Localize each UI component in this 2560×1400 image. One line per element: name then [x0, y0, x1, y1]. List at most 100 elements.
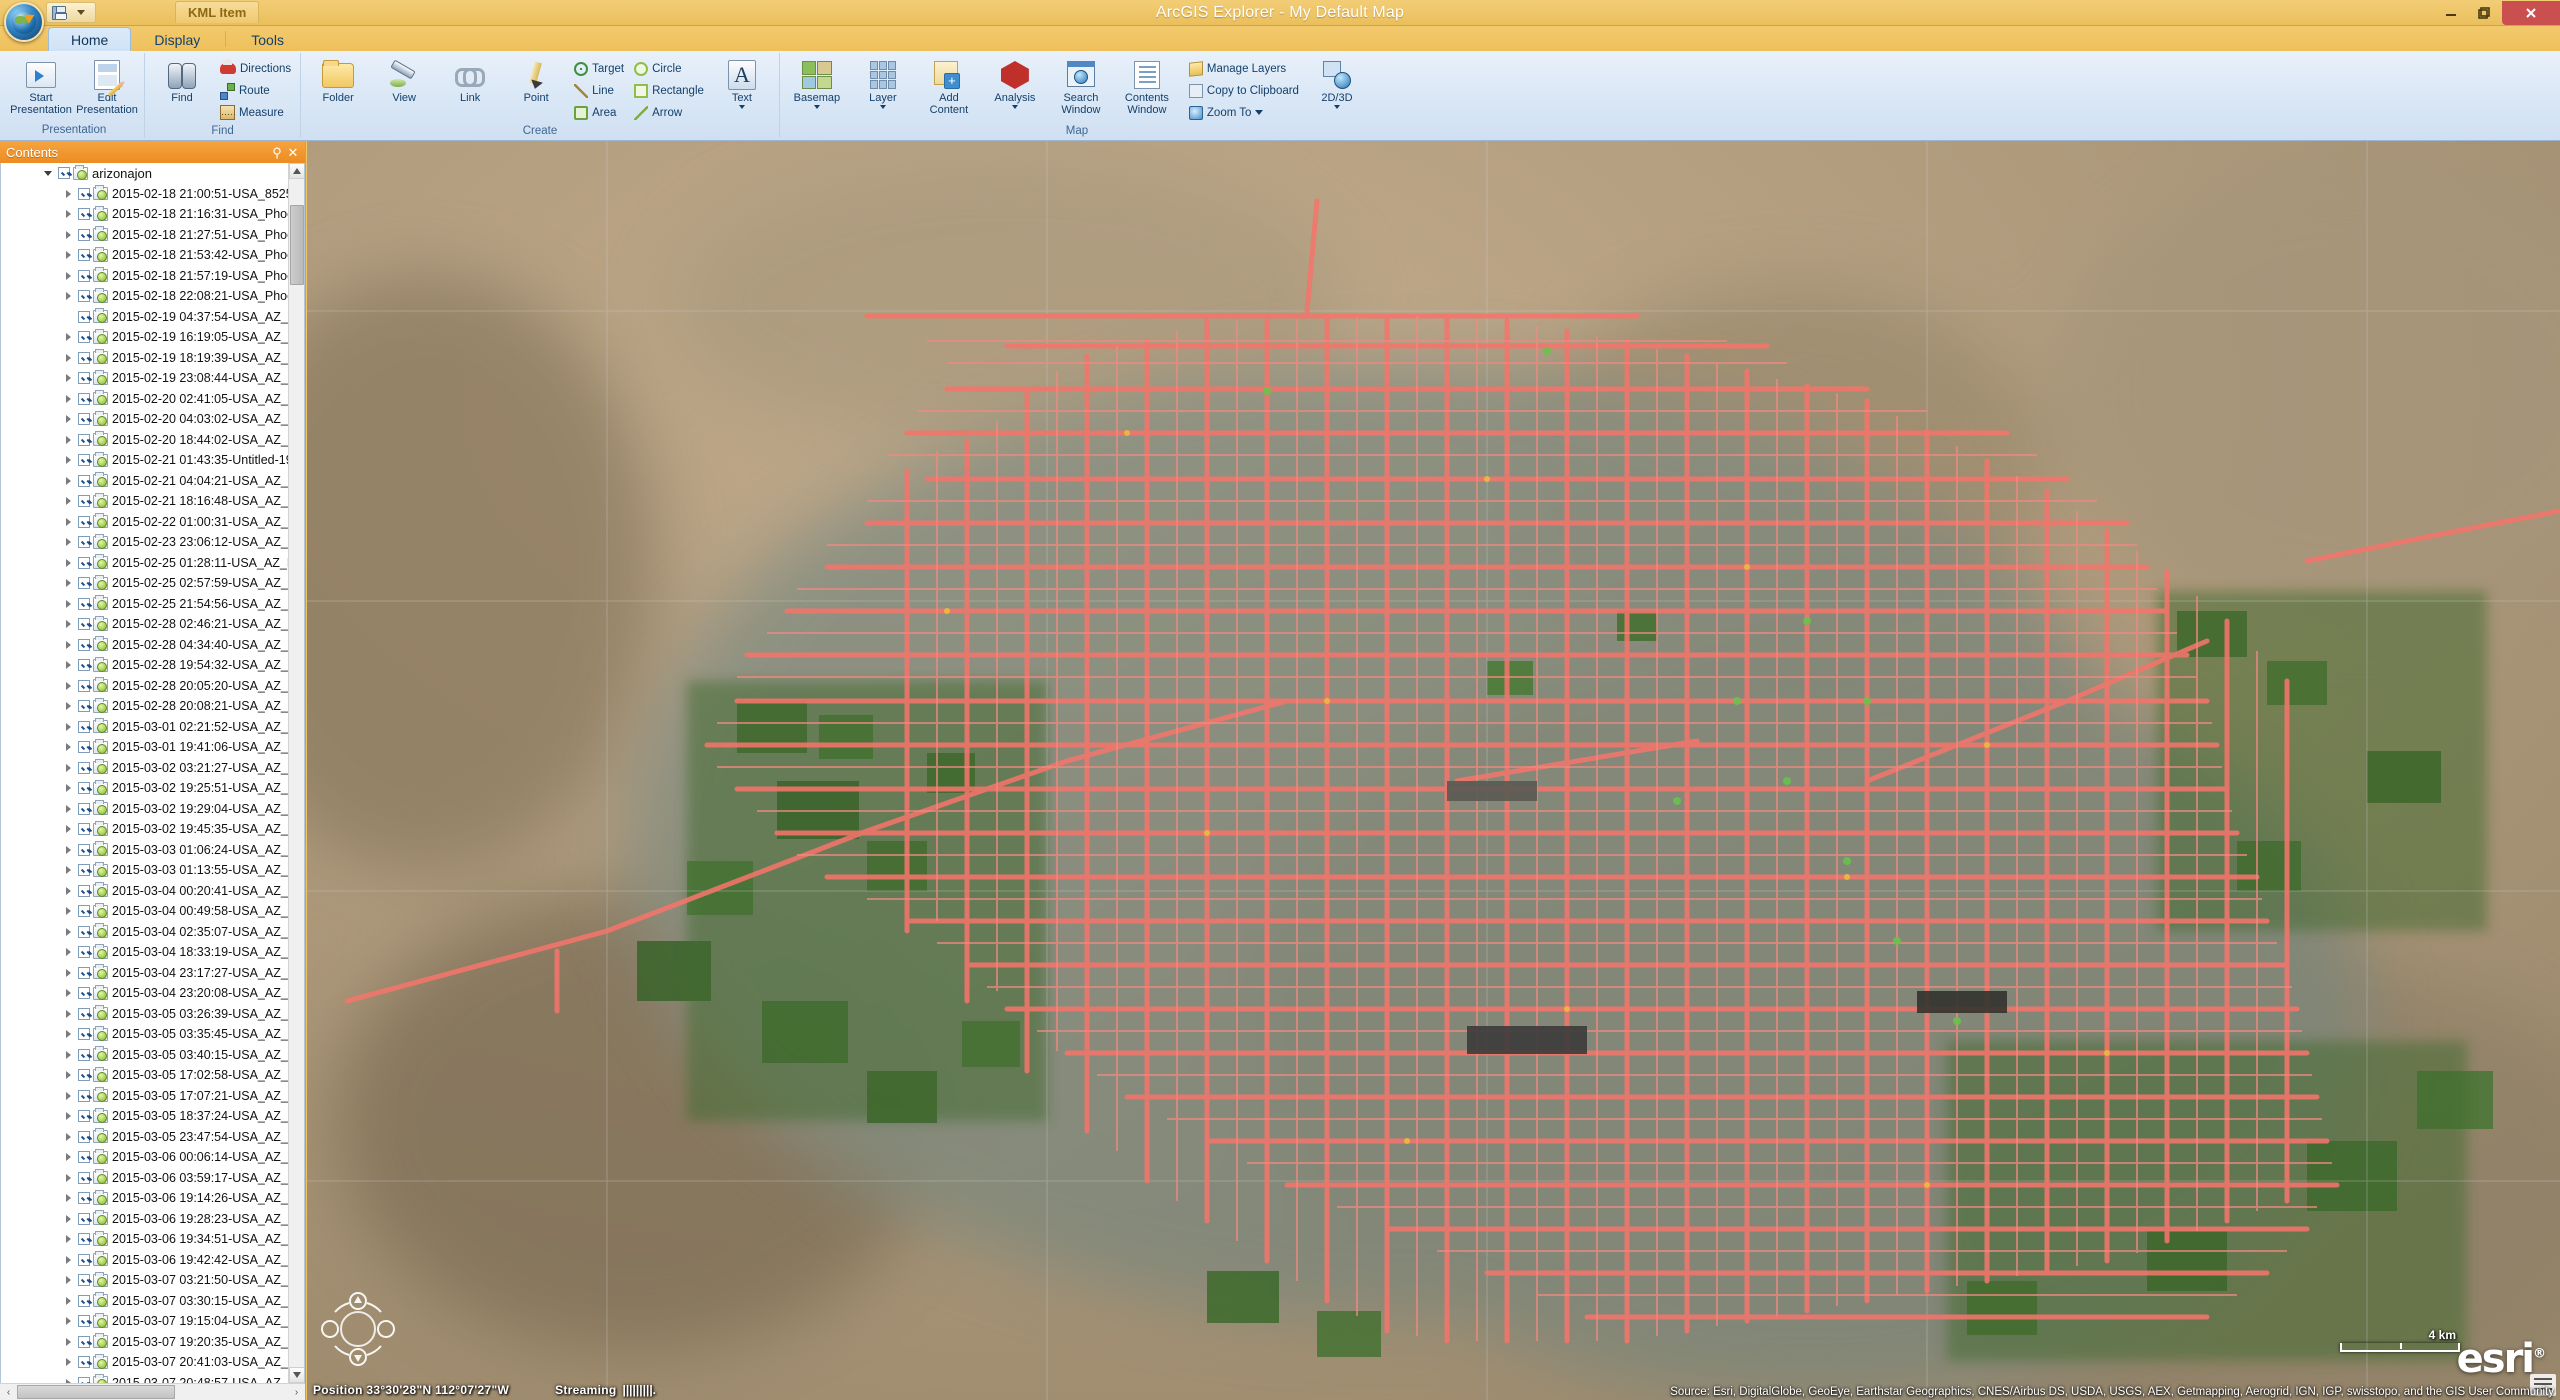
layer-visibility-checkbox[interactable]: [78, 1356, 90, 1369]
layer-tree-item[interactable]: 2015-02-21 18:16:48-USA_AZ_Sc: [1, 491, 288, 512]
layer-tree-item[interactable]: 2015-02-19 18:19:39-USA_AZ_Ph: [1, 348, 288, 369]
expander-closed-icon[interactable]: [63, 844, 75, 856]
expander-closed-icon[interactable]: [63, 454, 75, 466]
layer-tree-item[interactable]: 2015-02-22 01:00:31-USA_AZ_Sc: [1, 512, 288, 533]
layer-visibility-checkbox[interactable]: [78, 1151, 90, 1164]
layer-tree-item[interactable]: 2015-03-05 03:40:15-USA_AZ_Sc: [1, 1045, 288, 1066]
expander-closed-icon[interactable]: [63, 1254, 75, 1266]
layer-tree-item[interactable]: 2015-02-20 02:41:05-USA_AZ_Ph: [1, 389, 288, 410]
layer-tree-item[interactable]: 2015-03-04 18:33:19-USA_AZ_Ph: [1, 942, 288, 963]
layer-tree-item[interactable]: 2015-03-01 02:21:52-USA_AZ_Ph: [1, 717, 288, 738]
layer-tree-item[interactable]: 2015-02-28 04:34:40-USA_AZ_Sc: [1, 635, 288, 656]
layer-tree-root-node[interactable]: arizonajon: [1, 163, 288, 184]
expander-closed-icon[interactable]: [63, 557, 75, 569]
layer-visibility-checkbox[interactable]: [78, 474, 90, 487]
layer-tree-item[interactable]: 2015-02-25 21:54:56-USA_AZ_Sc: [1, 594, 288, 615]
expander-closed-icon[interactable]: [63, 1172, 75, 1184]
layer-tree-item[interactable]: 2015-02-21 04:04:21-USA_AZ_Sc: [1, 471, 288, 492]
layer-visibility-checkbox[interactable]: [78, 1253, 90, 1266]
layer-visibility-checkbox[interactable]: [78, 331, 90, 344]
expander-closed-icon[interactable]: [63, 1274, 75, 1286]
expander-closed-icon[interactable]: [63, 1008, 75, 1020]
expander-closed-icon[interactable]: [63, 331, 75, 343]
layer-tree-item[interactable]: 2015-03-06 19:34:51-USA_AZ_Sc: [1, 1229, 288, 1250]
layer-visibility-checkbox[interactable]: [78, 720, 90, 733]
tab-home[interactable]: Home: [48, 27, 132, 52]
layer-tree-item[interactable]: 2015-02-18 22:08:21-USA_Phoer: [1, 286, 288, 307]
layer-tree-item[interactable]: 2015-02-21 01:43:35-Untitled-19: [1, 450, 288, 471]
layer-tree-item[interactable]: 2015-02-25 02:57:59-USA_AZ_Sc: [1, 573, 288, 594]
search-window-button[interactable]: Search Window: [1049, 56, 1113, 118]
restore-button[interactable]: [2468, 1, 2502, 25]
layer-tree-item[interactable]: 2015-02-20 04:03:02-USA_AZ_Ph: [1, 409, 288, 430]
area-button[interactable]: Area: [570, 102, 628, 123]
expander-closed-icon[interactable]: [63, 249, 75, 261]
layer-visibility-checkbox[interactable]: [78, 864, 90, 877]
expander-closed-icon[interactable]: [63, 700, 75, 712]
expander-closed-icon[interactable]: [63, 434, 75, 446]
expander-closed-icon[interactable]: [63, 536, 75, 548]
layer-tree-item[interactable]: 2015-03-06 03:59:17-USA_AZ_Ph: [1, 1168, 288, 1189]
layer-tree-item[interactable]: 2015-03-02 03:21:27-USA_AZ_Ph: [1, 758, 288, 779]
expander-closed-icon[interactable]: [63, 475, 75, 487]
layer-tree-horizontal-scrollbar[interactable]: ‹ ›: [0, 1383, 305, 1400]
layer-visibility-checkbox[interactable]: [78, 208, 90, 221]
layer-visibility-checkbox[interactable]: [78, 413, 90, 426]
layer-visibility-checkbox[interactable]: [78, 228, 90, 241]
layer-tree-item[interactable]: 2015-02-28 20:05:20-USA_AZ_Sc: [1, 676, 288, 697]
layer-visibility-checkbox[interactable]: [78, 782, 90, 795]
expander-closed-icon[interactable]: [63, 864, 75, 876]
layer-visibility-checkbox[interactable]: [58, 167, 70, 180]
expander-closed-icon[interactable]: [63, 290, 75, 302]
layer-visibility-checkbox[interactable]: [78, 1212, 90, 1225]
layer-tree-item[interactable]: 2015-03-07 19:20:35-USA_AZ_Ph: [1, 1332, 288, 1353]
expander-closed-icon[interactable]: [63, 618, 75, 630]
customize-qat-button[interactable]: [71, 4, 91, 22]
scroll-down-icon[interactable]: [289, 1367, 304, 1383]
layer-visibility-checkbox[interactable]: [78, 843, 90, 856]
expander-closed-icon[interactable]: [63, 352, 75, 364]
layer-visibility-checkbox[interactable]: [78, 556, 90, 569]
layer-visibility-checkbox[interactable]: [78, 905, 90, 918]
layer-visibility-checkbox[interactable]: [78, 1335, 90, 1348]
layer-visibility-checkbox[interactable]: [78, 392, 90, 405]
expander-closed-icon[interactable]: [63, 762, 75, 774]
layer-visibility-checkbox[interactable]: [78, 187, 90, 200]
layer-tree-item[interactable]: 2015-02-23 23:06:12-USA_AZ_Sc: [1, 532, 288, 553]
expander-closed-icon[interactable]: [63, 1049, 75, 1061]
layer-visibility-checkbox[interactable]: [78, 310, 90, 323]
expander-closed-icon[interactable]: [63, 188, 75, 200]
layer-tree-item[interactable]: 2015-02-19 23:08:44-USA_AZ_Ph: [1, 368, 288, 389]
layer-visibility-checkbox[interactable]: [78, 741, 90, 754]
layer-visibility-checkbox[interactable]: [78, 1110, 90, 1123]
scroll-left-icon[interactable]: ‹: [0, 1384, 17, 1400]
expander-closed-icon[interactable]: [63, 393, 75, 405]
expander-closed-icon[interactable]: [63, 1295, 75, 1307]
expander-closed-icon[interactable]: [63, 1069, 75, 1081]
layer-tree-item[interactable]: 2015-03-01 19:41:06-USA_AZ_Ph: [1, 737, 288, 758]
contextual-tab-kml-item[interactable]: KML Item: [175, 1, 260, 23]
expander-closed-icon[interactable]: [63, 1028, 75, 1040]
layer-tree-item[interactable]: 2015-03-02 19:29:04-USA_AZ_Sc: [1, 799, 288, 820]
expander-closed-icon[interactable]: [63, 967, 75, 979]
map-view[interactable]: 4 km esri® Source: Esri, DigitalGlobe, G…: [307, 141, 2560, 1400]
layer-button[interactable]: Layer: [851, 56, 915, 111]
layer-tree-item[interactable]: 2015-03-06 19:42:42-USA_AZ_Sc: [1, 1250, 288, 1271]
expander-open-icon[interactable]: [43, 167, 55, 179]
scroll-right-icon[interactable]: ›: [288, 1384, 305, 1400]
layer-tree-item[interactable]: 2015-03-04 23:17:27-USA_AZ_Ph: [1, 963, 288, 984]
layer-tree-item[interactable]: 2015-02-18 21:53:42-USA_Phoer: [1, 245, 288, 266]
layer-tree-vertical-scrollbar[interactable]: [288, 163, 304, 1383]
layer-tree-item[interactable]: 2015-03-05 17:07:21-USA_AZ_Ph: [1, 1086, 288, 1107]
layer-visibility-checkbox[interactable]: [78, 290, 90, 303]
layer-tree-item[interactable]: 2015-02-18 21:57:19-USA_Phoer: [1, 266, 288, 287]
layer-tree-item[interactable]: 2015-03-07 19:15:04-USA_AZ_Sc: [1, 1311, 288, 1332]
layer-visibility-checkbox[interactable]: [78, 884, 90, 897]
layer-tree-item[interactable]: 2015-03-05 18:37:24-USA_AZ_Ph: [1, 1106, 288, 1127]
layer-visibility-checkbox[interactable]: [78, 433, 90, 446]
view-2d-3d-button[interactable]: 2D/3D: [1305, 56, 1369, 111]
layer-tree-item[interactable]: 2015-02-28 20:08:21-USA_AZ_Sc: [1, 696, 288, 717]
layer-visibility-checkbox[interactable]: [78, 1192, 90, 1205]
layer-visibility-checkbox[interactable]: [78, 1089, 90, 1102]
layer-tree-item[interactable]: 2015-03-05 03:35:45-USA_AZ_Sc: [1, 1024, 288, 1045]
